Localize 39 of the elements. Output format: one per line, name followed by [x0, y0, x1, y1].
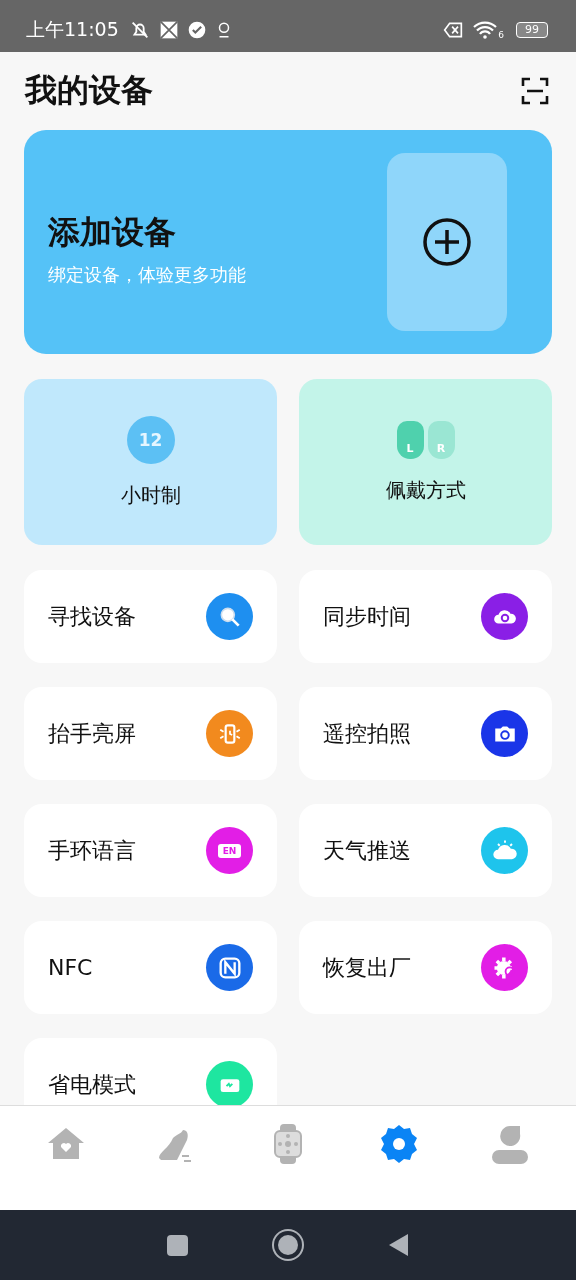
tile-label: 小时制 — [120, 481, 181, 509]
feature-card[interactable]: 省电模式 — [24, 1038, 277, 1105]
feature-card[interactable]: NFC — [24, 921, 277, 1014]
page-title: 我的设备 — [25, 70, 153, 111]
clock-icon: 12 — [126, 415, 175, 464]
scan-icon[interactable] — [521, 77, 549, 105]
feature-card[interactable]: 同步时间 — [299, 570, 552, 663]
feature-card[interactable]: 恢复出厂 — [299, 921, 552, 1014]
feature-card[interactable]: 寻找设备 — [24, 570, 277, 663]
feature-label: 省电模式 — [48, 1070, 136, 1099]
feature-label: 寻找设备 — [48, 602, 136, 631]
feature-card[interactable]: 抬手亮屏 — [24, 687, 277, 780]
add-device-subtitle: 绑定设备，体验更多功能 — [48, 263, 246, 287]
feature-card[interactable]: 遥控拍照 — [299, 687, 552, 780]
feature-label: 同步时间 — [323, 602, 411, 631]
feature-label: 手环语言 — [48, 836, 136, 865]
wifi-label: 6 — [498, 30, 504, 40]
recents-button[interactable] — [166, 1234, 188, 1256]
add-panel[interactable] — [387, 153, 507, 331]
battery-indicator: 99 — [516, 22, 548, 38]
feature-label: NFC — [48, 955, 93, 980]
setting-tile[interactable]: 12 小时制 — [24, 379, 277, 545]
feature-label: 遥控拍照 — [323, 719, 411, 748]
back-button[interactable] — [387, 1233, 410, 1257]
status-time: 上午11:05 — [26, 17, 119, 42]
feature-card[interactable]: 天气推送 — [299, 804, 552, 897]
feature-label: 抬手亮屏 — [48, 719, 136, 748]
check-icon — [186, 20, 207, 40]
add-icon — [422, 217, 472, 267]
wifi-icon — [472, 20, 499, 40]
feature-label: 天气推送 — [323, 836, 411, 865]
feature-card[interactable]: 手环语言 EN — [24, 804, 277, 897]
feature-label: 恢复出厂 — [323, 953, 411, 982]
add-device-title: 添加设备 — [48, 212, 177, 253]
setting-tile[interactable]: L R 佩戴方式 — [299, 379, 552, 545]
language-icon: EN — [206, 827, 253, 874]
no-sim-icon — [442, 20, 465, 40]
tile-label: 佩戴方式 — [385, 476, 466, 504]
add-device-card[interactable]: 添加设备 绑定设备，体验更多功能 — [24, 130, 552, 354]
